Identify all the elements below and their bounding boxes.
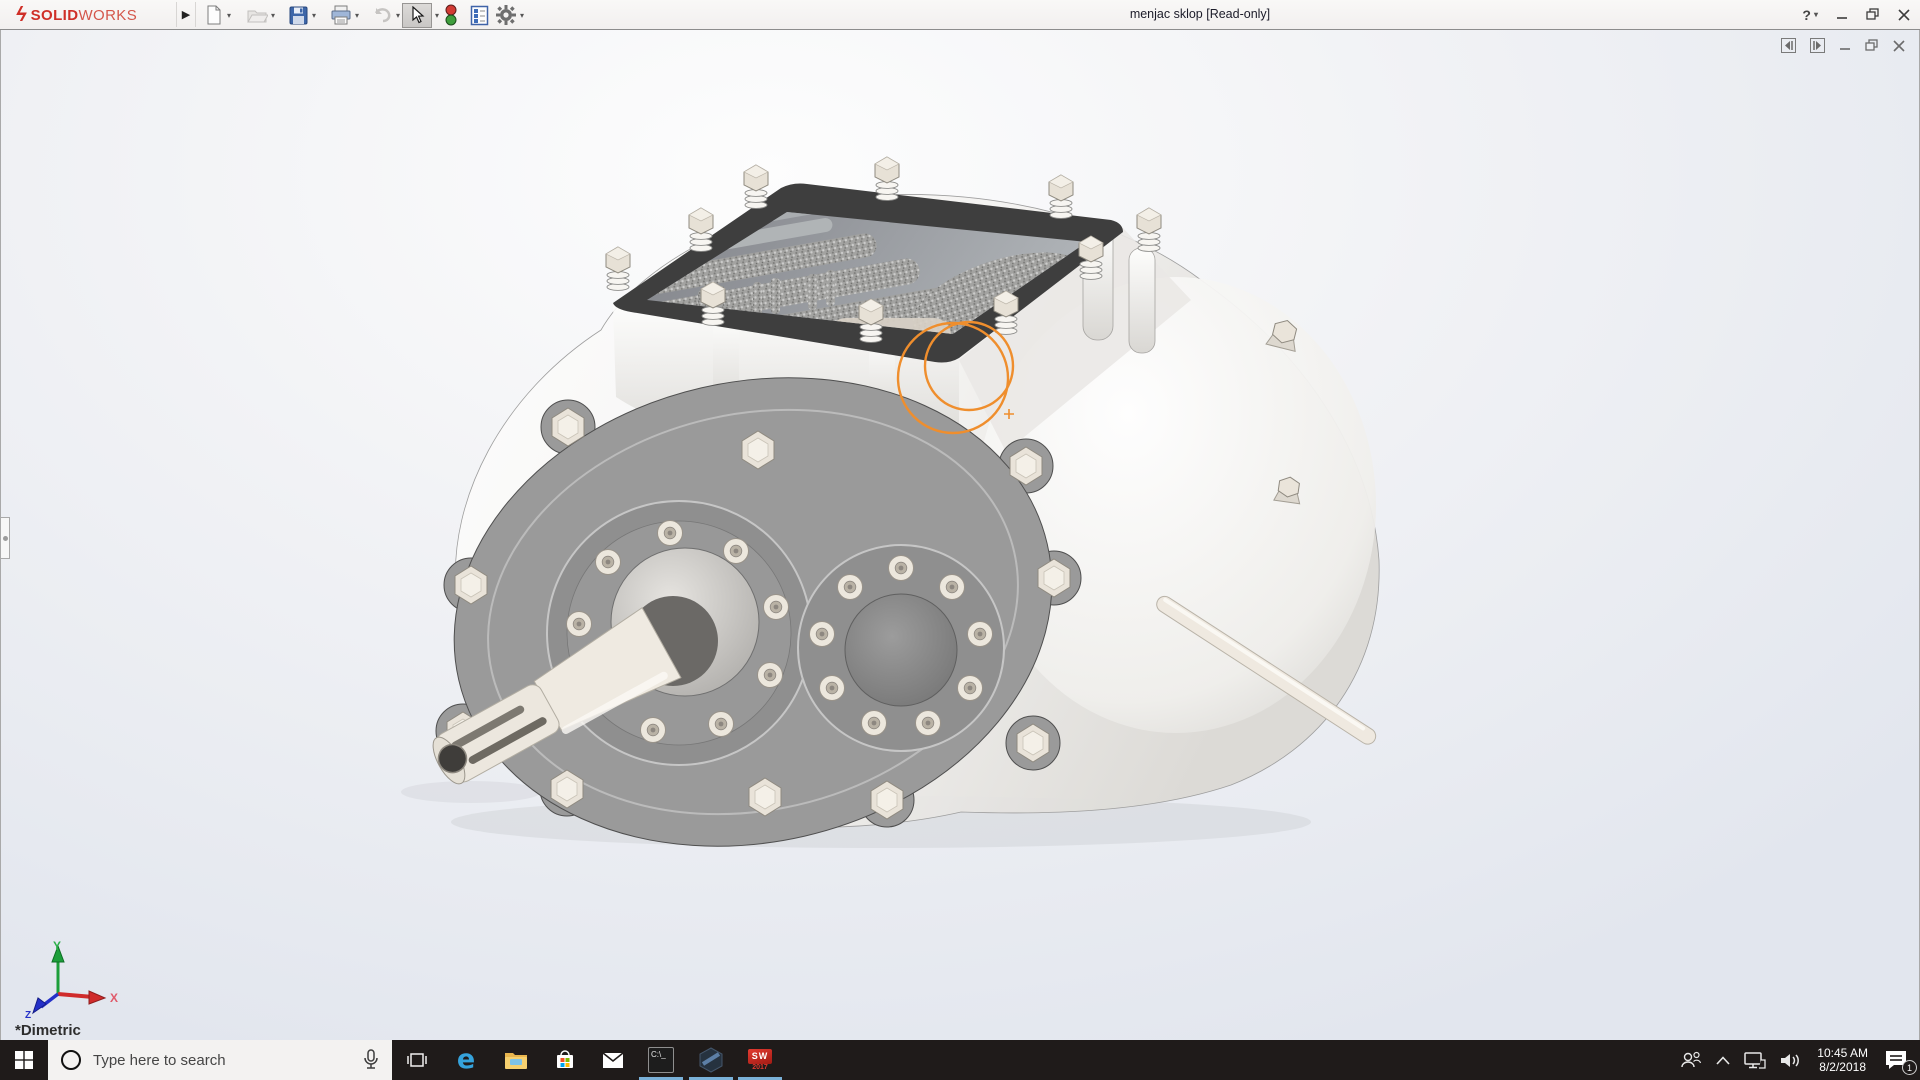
cortana-icon[interactable] (61, 1050, 81, 1070)
traffic-light-button[interactable] (445, 2, 457, 28)
save-caret[interactable]: ▾ (312, 11, 316, 20)
select-caret[interactable]: ▾ (435, 11, 439, 20)
open-button[interactable]: ▾ (246, 2, 275, 28)
taskbar-app-file-explorer[interactable] (492, 1040, 540, 1080)
logo-text-solid: SOLID (30, 6, 79, 24)
new-document-button[interactable]: ▾ (204, 2, 231, 28)
pane-collapse-left-button[interactable] (1781, 38, 1796, 53)
task-view-button[interactable] (394, 1040, 440, 1080)
triad-y-label: Y (53, 939, 61, 953)
open-caret[interactable]: ▾ (271, 11, 275, 20)
select-pressed-box (402, 2, 432, 28)
cad-utility-icon (699, 1047, 723, 1073)
help-caret[interactable]: ▾ (1814, 10, 1818, 19)
doc-restore-button[interactable] (1865, 39, 1879, 52)
taskbar-search[interactable] (48, 1040, 392, 1080)
restore-button[interactable] (1866, 8, 1880, 21)
taskbar-app-cad-utility[interactable] (688, 1040, 734, 1080)
file-explorer-icon (505, 1053, 527, 1069)
print-icon (331, 5, 351, 25)
sw-cube-label: SW (748, 1048, 772, 1064)
clock-date: 8/2/2018 (1819, 1060, 1866, 1074)
menu-flyout-button[interactable]: ▶ (176, 2, 196, 27)
microphone-icon[interactable] (363, 1049, 379, 1071)
open-icon (247, 10, 268, 23)
triad-z-label: Z (25, 1010, 31, 1020)
solidworks-logo: ϟ SOLID WORKS (16, 3, 137, 27)
undo-button[interactable]: ▾ (371, 2, 400, 28)
select-cursor-icon (411, 6, 424, 24)
print-caret[interactable]: ▾ (355, 11, 359, 20)
save-button[interactable]: ▾ (288, 2, 316, 28)
edge-icon: e (456, 1044, 476, 1075)
new-document-icon (207, 5, 221, 25)
document-window-controls (1781, 38, 1905, 53)
solidworks-taskbar-icon: SW 2017 (745, 1046, 775, 1074)
screen: ϟ SOLID WORKS ▶ ▾ ▾ ▾ ▾ ▾ ▾ ▾ menjac skl… (0, 0, 1920, 1080)
sw-year-label: 2017 (752, 1063, 768, 1071)
feature-manager-splitter[interactable] (1, 517, 10, 559)
print-button[interactable]: ▾ (330, 2, 359, 28)
right-bearing-boss (797, 544, 1005, 752)
taskbar-app-solidworks[interactable]: SW 2017 (736, 1040, 784, 1080)
new-caret[interactable]: ▾ (227, 11, 231, 20)
minimize-button[interactable] (1836, 9, 1848, 21)
hidden-icons-chevron[interactable] (1716, 1055, 1730, 1065)
gearbox-model[interactable] (1, 30, 1920, 1040)
command-prompt-icon: C:\_ (648, 1047, 674, 1073)
taskbar-app-command-prompt[interactable]: C:\_ (638, 1040, 684, 1080)
save-icon (289, 6, 308, 24)
window-title: menjac sklop [Read-only] (1129, 7, 1271, 21)
windows-start-icon (15, 1051, 33, 1069)
help-button[interactable]: ? ▾ (1802, 7, 1818, 23)
doc-minimize-button[interactable] (1839, 40, 1851, 52)
document-properties-icon (470, 5, 489, 25)
orientation-triad: Y X Z (25, 939, 118, 1020)
close-button[interactable] (1898, 8, 1910, 21)
view-orientation-label: *Dimetric (15, 1022, 81, 1039)
taskbar-app-mail[interactable] (590, 1040, 636, 1080)
system-tray: 10:45 AM 8/2/2018 1 (1673, 1040, 1920, 1080)
network-icon[interactable] (1744, 1051, 1766, 1069)
options-caret[interactable]: ▾ (520, 11, 524, 20)
options-button[interactable]: ▾ (495, 2, 524, 28)
logo-text-works: WORKS (78, 6, 138, 24)
taskbar: e C:\_ SW 2017 (0, 1040, 1920, 1080)
doc-close-button[interactable] (1893, 39, 1905, 52)
taskbar-app-store[interactable] (542, 1040, 588, 1080)
taskbar-app-edge[interactable]: e (442, 1040, 490, 1080)
undo-icon (374, 8, 391, 23)
solidworks-logo-icon: ϟ (16, 4, 27, 26)
search-input[interactable] (81, 1050, 363, 1070)
traffic-light-icon (445, 4, 457, 26)
select-button[interactable]: ▾ (402, 2, 439, 28)
viewport[interactable]: Y X Z *Dimetric (0, 30, 1920, 1040)
clock-time: 10:45 AM (1817, 1046, 1868, 1060)
start-button[interactable] (0, 1040, 48, 1080)
store-icon (557, 1050, 573, 1068)
cmd-label: C:\_ (651, 1050, 666, 1059)
pane-expand-right-button[interactable] (1810, 38, 1825, 53)
gear-icon (496, 5, 516, 25)
volume-icon[interactable] (1780, 1052, 1802, 1069)
notification-badge: 1 (1902, 1060, 1917, 1075)
mail-icon (602, 1051, 624, 1068)
window-controls: ? ▾ (1802, 0, 1910, 29)
people-icon[interactable] (1680, 1051, 1702, 1069)
action-center-button[interactable]: 1 (1884, 1049, 1917, 1075)
left-bearing-boss (546, 500, 812, 766)
task-view-icon (407, 1053, 427, 1067)
document-properties-button[interactable] (470, 2, 489, 28)
taskbar-clock[interactable]: 10:45 AM 8/2/2018 (1817, 1046, 1868, 1074)
triad-x-label: X (110, 991, 118, 1005)
splitter-dot-icon (2, 535, 8, 541)
titlebar: ϟ SOLID WORKS ▶ ▾ ▾ ▾ ▾ ▾ ▾ ▾ menjac skl… (0, 0, 1920, 30)
undo-caret[interactable]: ▾ (396, 11, 400, 20)
